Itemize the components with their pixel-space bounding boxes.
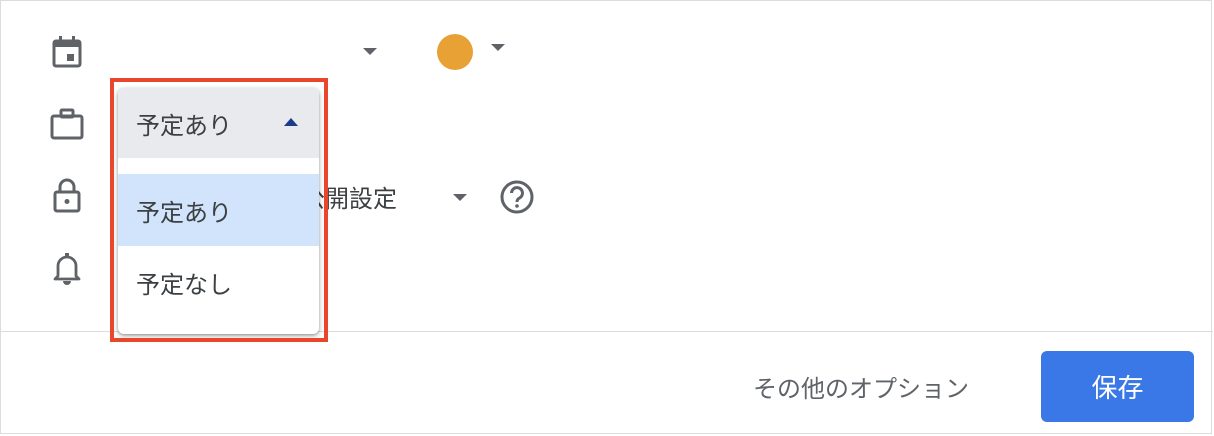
lock-icon <box>53 178 81 213</box>
availability-select-value: 予定あり <box>136 111 232 140</box>
event-color-swatch[interactable] <box>437 34 473 70</box>
visibility-select-caret-icon[interactable] <box>453 194 467 201</box>
calendar-select-caret-icon[interactable] <box>363 48 377 55</box>
dropdown-spacer <box>118 158 319 174</box>
availability-option-busy[interactable]: 予定あり <box>118 174 319 246</box>
color-select-caret-icon[interactable] <box>491 44 505 51</box>
caret-up-icon <box>284 118 298 126</box>
availability-select[interactable]: 予定あり <box>118 88 319 158</box>
save-button[interactable]: 保存 <box>1041 351 1194 422</box>
more-options-link[interactable]: その他のオプション <box>753 369 969 404</box>
briefcase-icon <box>50 108 84 140</box>
availability-option-free[interactable]: 予定なし <box>118 246 319 318</box>
help-circle-icon[interactable] <box>499 179 535 215</box>
calendar-icon <box>52 36 82 68</box>
availability-dropdown: 予定あり 予定あり 予定なし <box>118 88 319 334</box>
bell-icon <box>53 253 81 285</box>
